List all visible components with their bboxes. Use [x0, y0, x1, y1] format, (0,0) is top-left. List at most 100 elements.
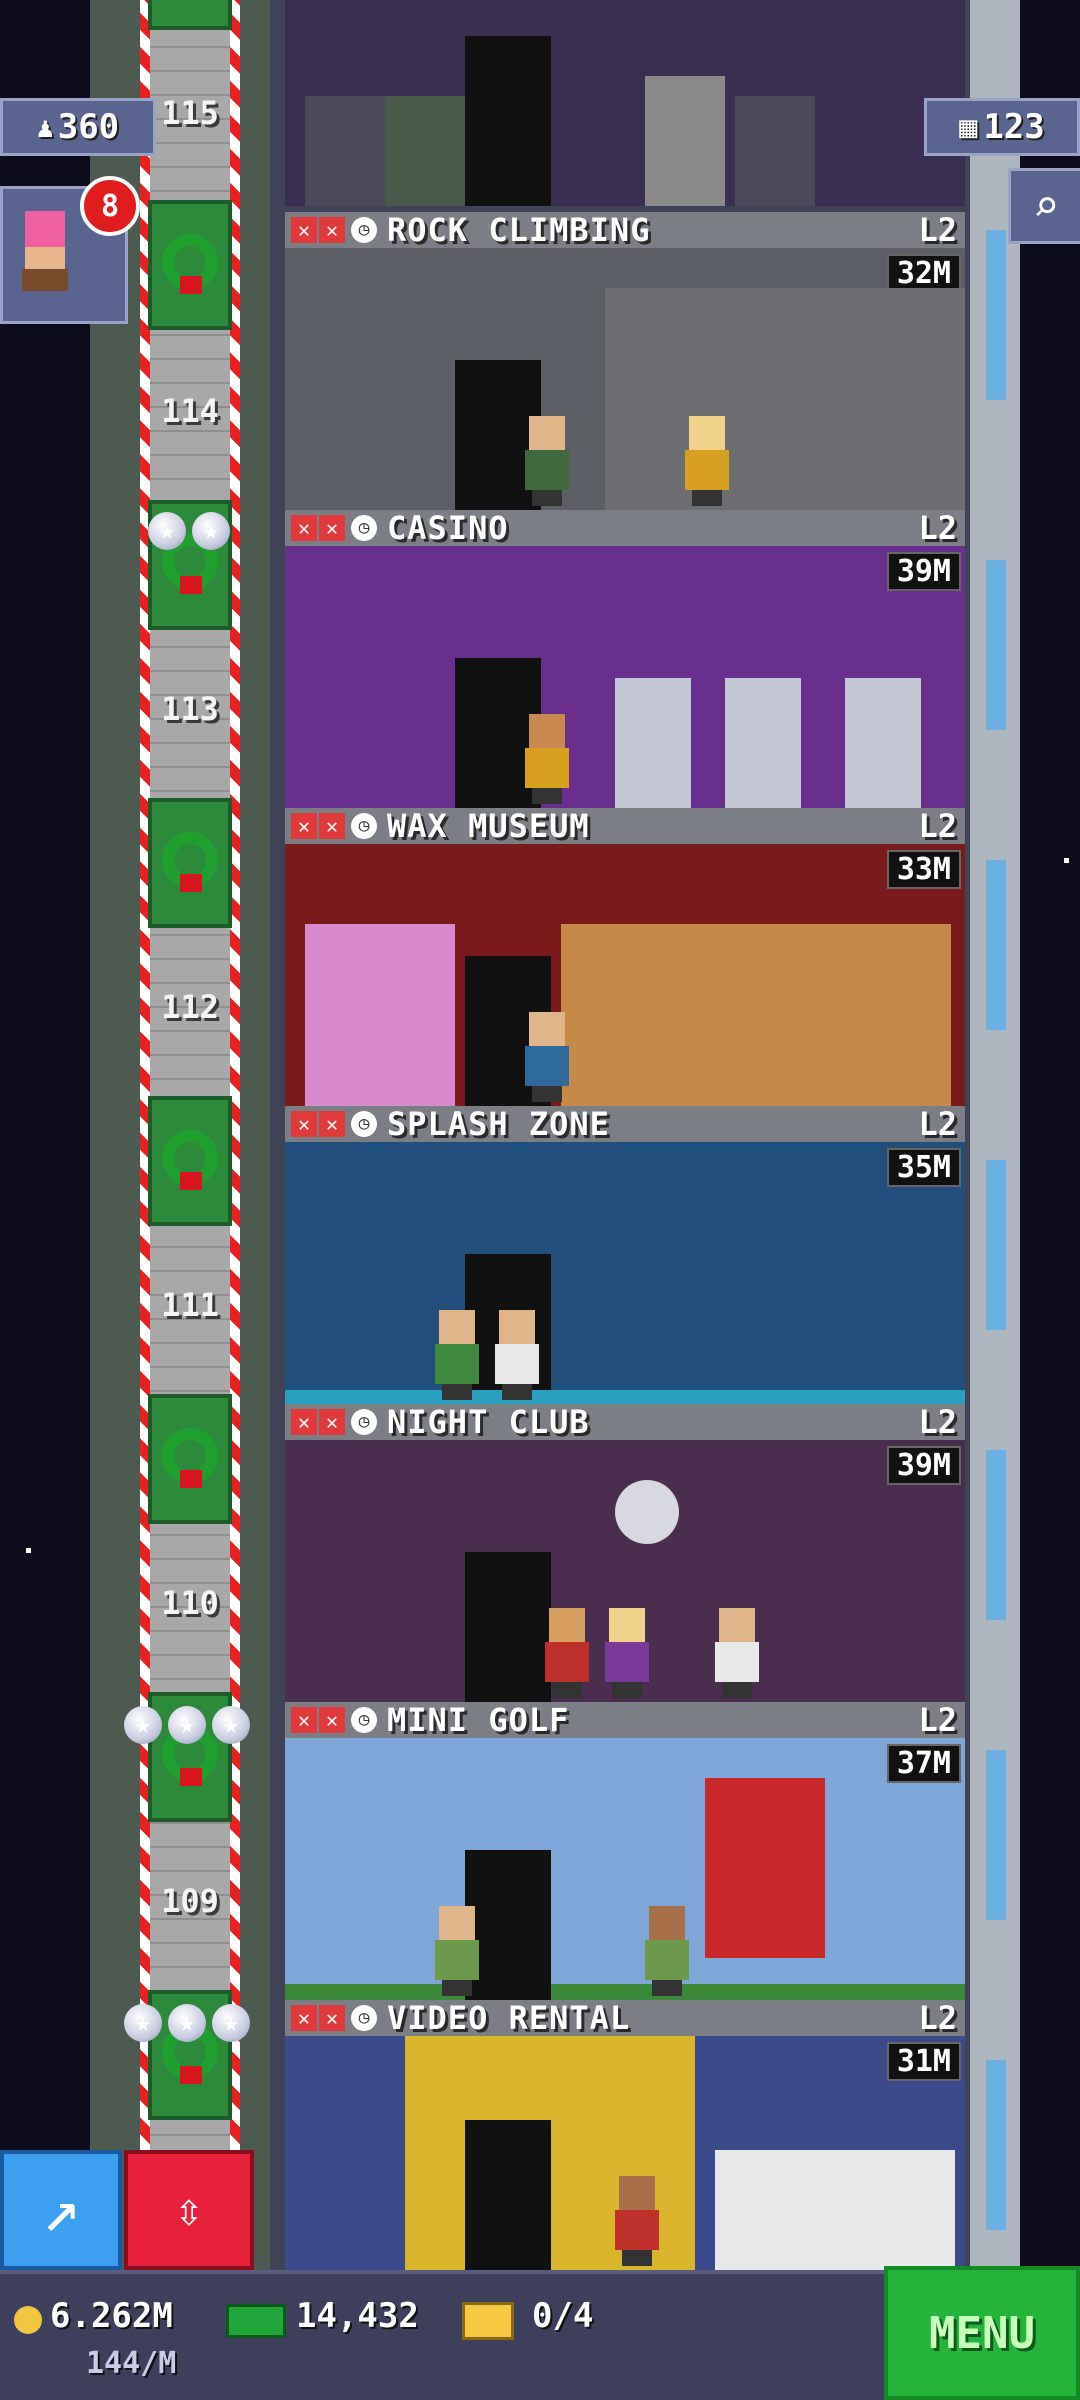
room-income: 31M: [886, 2042, 961, 2081]
x-icon: ✕: [291, 1111, 317, 1137]
ticket-icon: [462, 2302, 514, 2340]
x-icon: ✕: [319, 1409, 345, 1435]
population-badge[interactable]: ♟ 360: [0, 98, 156, 156]
room-interior: 33M: [285, 844, 965, 1106]
room-interior: 39M: [285, 1440, 965, 1702]
bow-icon: [180, 1470, 202, 1488]
bow-icon: [180, 576, 202, 594]
room-casino[interactable]: ✕ ✕ ◷ CASINO L2 39M: [285, 509, 965, 808]
room-partial-top[interactable]: [285, 0, 965, 206]
clock-icon: ◷: [351, 2005, 377, 2031]
x-icon: ✕: [291, 1409, 317, 1435]
floor-number: 112: [161, 988, 219, 1026]
room-level: L2: [918, 1999, 957, 2037]
resident-person: [525, 714, 569, 804]
golf-green: [285, 1984, 965, 2000]
slot-machine: [725, 678, 801, 808]
resident-person: [715, 1608, 759, 1698]
x-icon: ✕: [319, 515, 345, 541]
elevator-lobby[interactable]: [148, 1096, 232, 1226]
resident-person: [435, 1906, 479, 1996]
star-icon: ★: [124, 2004, 162, 2042]
room-interior: 35M: [285, 1142, 965, 1404]
lobby-star-rating: ★ ★: [148, 512, 230, 550]
x-icon: ✕: [291, 2005, 317, 2031]
room-income: 37M: [886, 1744, 961, 1783]
star-icon: ★: [124, 1706, 162, 1744]
room-name: VIDEO RENTAL: [387, 1999, 631, 2037]
star-decoration: [26, 1548, 31, 1553]
floor-count-badge[interactable]: ▦ 123: [924, 98, 1080, 156]
floor-number: 115: [161, 94, 219, 132]
tower-window: [986, 860, 1006, 1030]
floor-number: 114: [161, 392, 219, 430]
elevator-lobby[interactable]: [148, 200, 232, 330]
arcade-machine: [385, 96, 465, 206]
arcade-machine: [735, 96, 815, 206]
x-icon: ✕: [291, 217, 317, 243]
clock-icon: ◷: [351, 1111, 377, 1137]
room-name: WAX MUSEUM: [387, 807, 590, 845]
room-header: ✕ ✕ ◷ SPLASH ZONE L2: [285, 1105, 965, 1143]
room-level: L2: [918, 211, 957, 249]
room-level: L2: [918, 1105, 957, 1143]
coin-icon: [14, 2306, 42, 2334]
room-name: NIGHT CLUB: [387, 1403, 590, 1441]
elevator-lobby[interactable]: [148, 1394, 232, 1524]
resident-person: [495, 1310, 539, 1400]
room-level: L2: [918, 509, 957, 547]
room-header: ✕ ✕ ◷ ROCK CLIMBING L2: [285, 211, 965, 249]
elevator-lobby[interactable]: [148, 0, 232, 30]
menu-button[interactable]: MENU: [884, 2266, 1080, 2400]
clock-icon: ◷: [351, 813, 377, 839]
magnifier-icon: ⌕: [1032, 180, 1060, 232]
tower-window: [986, 230, 1006, 400]
go-to-top-button[interactable]: ↗: [0, 2150, 122, 2270]
room-name: SPLASH ZONE: [387, 1105, 610, 1143]
resident-person: [525, 1012, 569, 1102]
star-icon: ★: [148, 512, 186, 550]
floor-number: 111: [161, 1286, 219, 1324]
population-count: 360: [57, 107, 120, 147]
windmill: [705, 1778, 825, 1958]
room-header: ✕ ✕ ◷ MINI GOLF L2: [285, 1701, 965, 1739]
room-rock-climbing[interactable]: ✕ ✕ ◷ ROCK CLIMBING L2 32M: [285, 211, 965, 510]
resident-person: [685, 416, 729, 506]
room-income: 35M: [886, 1148, 961, 1187]
room-splash-zone[interactable]: ✕ ✕ ◷ SPLASH ZONE L2 35M: [285, 1105, 965, 1404]
resident-person: [435, 1310, 479, 1400]
star-icon: ★: [168, 2004, 206, 2042]
room-header: ✕ ✕ ◷ VIDEO RENTAL L2: [285, 1999, 965, 2037]
bow-icon: [180, 1768, 202, 1786]
room-income: 39M: [886, 1446, 961, 1485]
room-mini-golf[interactable]: ✕ ✕ ◷ MINI GOLF L2 37M: [285, 1701, 965, 2000]
star-icon: ★: [212, 1706, 250, 1744]
room-level: L2: [918, 807, 957, 845]
search-button[interactable]: ⌕: [1008, 168, 1080, 244]
climbing-wall: [605, 288, 965, 510]
video-shelves: [715, 2150, 955, 2270]
room-income: 39M: [886, 552, 961, 591]
room-header: ✕ ✕ ◷ NIGHT CLUB L2: [285, 1403, 965, 1441]
elevator-lobby[interactable]: [148, 798, 232, 928]
arrow-up-icon: ↗: [41, 2173, 81, 2247]
room-name: ROCK CLIMBING: [387, 211, 651, 249]
room-night-club[interactable]: ✕ ✕ ◷ NIGHT CLUB L2 39M: [285, 1403, 965, 1702]
elevator-button[interactable]: ⇳: [124, 2150, 254, 2270]
room-wax-museum[interactable]: ✕ ✕ ◷ WAX MUSEUM L2 33M: [285, 807, 965, 1106]
room-video-rental[interactable]: ✕ ✕ ◷ VIDEO RENTAL L2 31M: [285, 1999, 965, 2270]
wax-display: [561, 924, 951, 1106]
slot-machine: [615, 678, 691, 808]
star-icon: ★: [212, 2004, 250, 2042]
bow-icon: [180, 276, 202, 294]
avatar: [17, 211, 73, 291]
bow-icon: [180, 874, 202, 892]
room-interior: 39M: [285, 546, 965, 808]
coin-balance: 6.262M: [50, 2296, 173, 2336]
x-icon: ✕: [319, 2005, 345, 2031]
room-header: ✕ ✕ ◷ WAX MUSEUM L2: [285, 807, 965, 845]
clock-icon: ◷: [351, 217, 377, 243]
lobby-star-rating: ★ ★ ★: [124, 2004, 250, 2042]
floor-number: 113: [161, 690, 219, 728]
room-level: L2: [918, 1403, 957, 1441]
